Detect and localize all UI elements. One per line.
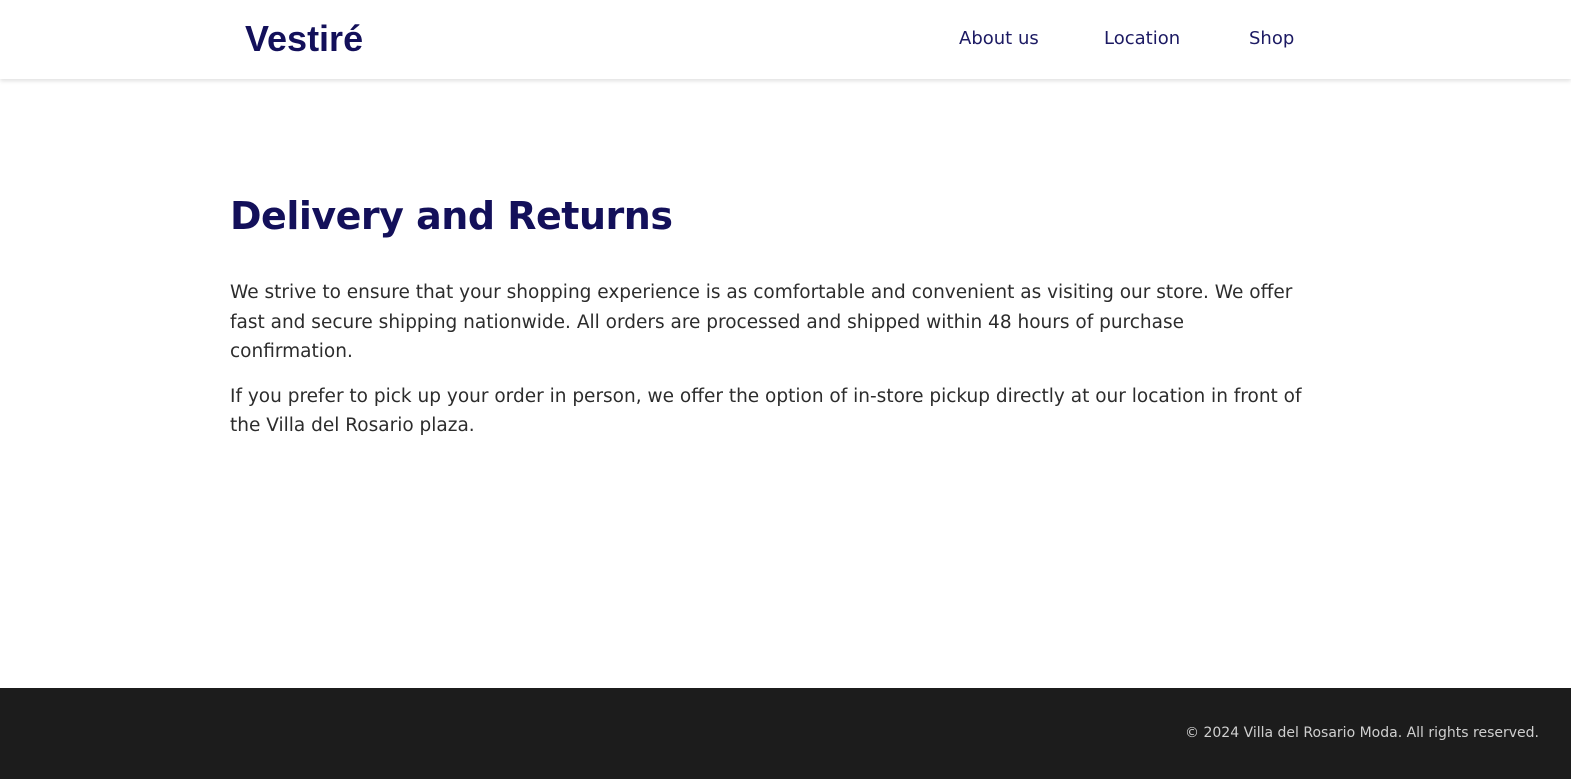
nav-link-location[interactable]: Location [1104,27,1180,51]
nav-link-shop[interactable]: Shop [1249,27,1294,51]
delivery-paragraph: We strive to ensure that your shopping e… [230,282,1293,362]
site-footer: © 2024 Villa del Rosario Moda. All right… [0,688,1571,779]
page-title: Delivery and Returns [230,194,673,238]
copyright-text: © 2024 Villa del Rosario Moda. All right… [1185,725,1539,741]
pickup-paragraph: If you prefer to pick up your order in p… [230,385,1302,437]
site-logo[interactable]: Vestiré [245,17,363,61]
nav-link-about-us[interactable]: About us [959,27,1039,51]
site-header: Vestiré About us Location Shop [0,0,1571,79]
main-content: Delivery and Returns We strive to ensure… [230,190,1330,441]
